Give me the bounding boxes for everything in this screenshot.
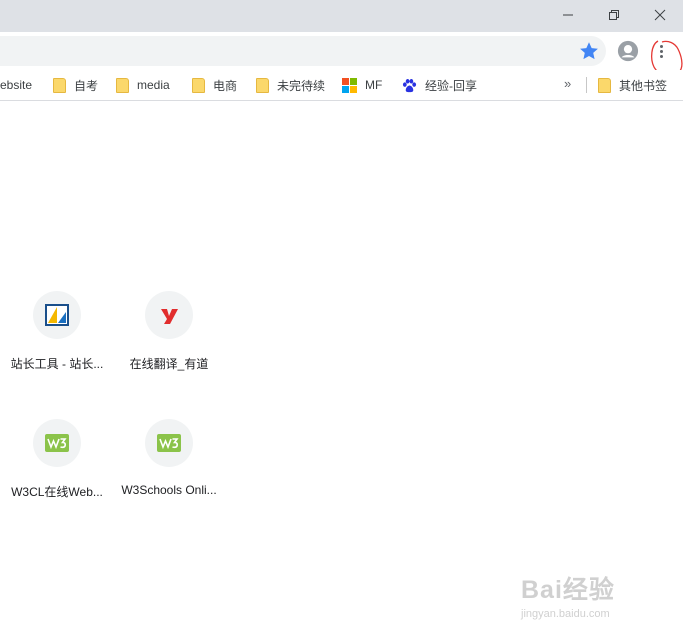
shortcut-tile-chinaz[interactable]: 站长工具 - 站长... [1,291,113,372]
address-bar[interactable] [0,36,606,66]
menu-dot-icon [659,44,663,48]
menu-dot-icon [659,54,663,58]
bookmark-website[interactable]: ebsite [0,70,32,100]
more-bookmarks-button[interactable]: » [564,76,571,91]
folder-icon [116,77,129,93]
bookmark-folder-dianshang[interactable]: 电商 [192,70,237,100]
shortcut-icon-circle [145,291,193,339]
w3-icon [45,434,69,452]
shortcut-tile-youdao[interactable]: 在线翻译_有道 [113,291,225,372]
bookmark-label: 电商 [213,78,238,93]
folder-icon [256,77,269,93]
folder-icon [598,77,611,93]
shortcut-tile-w3cl[interactable]: W3CL在线Web... [1,419,113,500]
toolbar [0,32,683,70]
menu-dot-icon [659,49,663,53]
bookmarks-divider [586,77,587,93]
other-bookmarks-folder[interactable]: 其他书签 [598,70,667,100]
close-icon [654,9,666,21]
shortcut-tile-w3schools[interactable]: W3Schools Onli... [113,419,225,497]
profile-avatar-icon[interactable] [617,40,639,62]
bookmark-jingyan[interactable]: 经验-回享 [402,70,477,100]
shortcut-label: W3CL在线Web... [11,485,103,499]
bookmark-star-icon[interactable] [578,40,600,62]
minimize-icon [563,14,573,16]
shortcut-icon-circle [33,291,81,339]
restore-icon [609,10,619,20]
shortcut-icon-circle [33,419,81,467]
baidu-jingyan-watermark: Bai经验 jingyan.baidu.com [521,570,671,620]
shortcut-label: 在线翻译_有道 [129,357,209,371]
chinaz-icon [45,304,69,326]
bookmark-folder-zikao[interactable]: 自考 [53,70,98,100]
folder-icon [192,77,205,93]
bookmark-label: media [137,78,170,92]
browser-menu-button[interactable] [651,38,671,64]
w3-icon [157,434,181,452]
bookmark-label: 自考 [74,78,99,93]
shortcut-label: W3Schools Onli... [121,483,217,497]
bookmark-folder-media[interactable]: media [116,70,170,100]
title-bar [0,0,683,32]
bookmark-label: 未完待续 [277,78,326,93]
microsoft-icon [342,77,357,93]
bookmark-label: MF [365,78,383,92]
bookmark-label: 经验-回享 [425,78,477,93]
baidu-paw-icon [402,78,417,92]
bookmark-folder-weiwandaixu[interactable]: 未完待续 [256,70,325,100]
watermark-brand: Bai经验 [521,576,615,604]
bookmark-label: ebsite [0,78,33,92]
shortcut-icon-circle [145,419,193,467]
bookmark-mf[interactable]: MF [342,70,382,100]
close-button[interactable] [637,0,683,30]
minimize-button[interactable] [545,0,591,30]
youdao-icon [161,309,178,324]
shortcut-label: 站长工具 - 站长... [10,357,104,371]
bookmarks-bar: ebsite 自考 media 电商 未完待续 MF 经验-回享 » 其他书签 [0,70,683,101]
restore-button[interactable] [591,0,637,30]
bookmark-label: 其他书签 [619,78,668,93]
watermark-url: jingyan.baidu.com [521,608,610,620]
folder-icon [53,77,66,93]
